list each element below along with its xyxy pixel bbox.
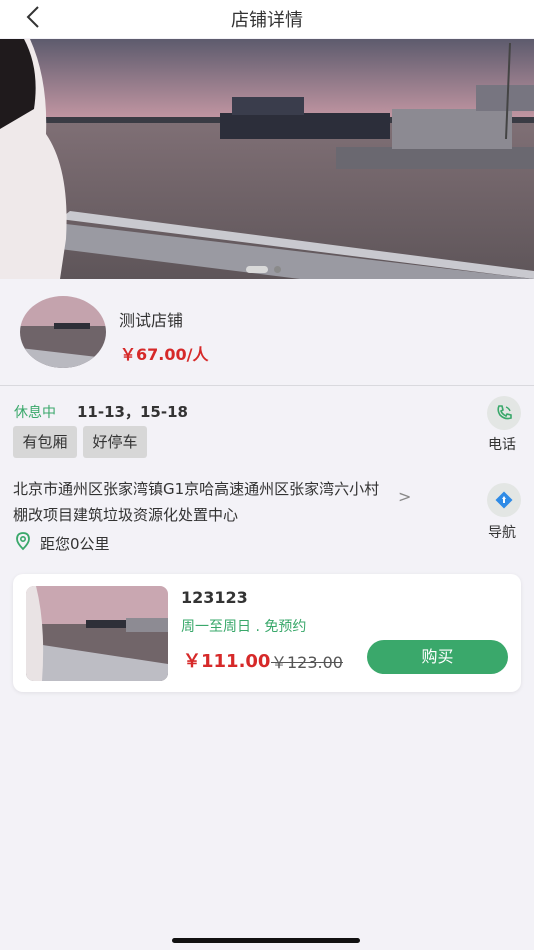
product-price: ￥111.00 <box>183 651 271 672</box>
carousel-indicator <box>246 266 281 273</box>
distance-text: 距您0公里 <box>40 535 110 553</box>
section-divider <box>0 385 534 386</box>
business-hours: 11-13，15-18 <box>77 403 188 421</box>
product-image[interactable] <box>26 586 168 681</box>
home-indicator <box>172 938 360 943</box>
banner-photo <box>0 39 534 279</box>
store-address[interactable]: 北京市通州区张家湾镇G1京哈高速通州区张家湾六小村棚改项目建筑垃圾资源化处置中心 <box>13 476 385 528</box>
navigation-label[interactable]: 导航 <box>488 522 516 542</box>
store-image-carousel[interactable] <box>0 39 534 279</box>
product-card[interactable]: 123123 周一至周日 . 免预约 ￥111.00 ￥123.00 购买 <box>13 574 521 692</box>
navigation-icon <box>495 491 513 509</box>
buy-button[interactable]: 购买 <box>367 640 508 674</box>
location-pin-icon <box>16 532 30 551</box>
carousel-dot[interactable] <box>274 266 281 273</box>
phone-button[interactable] <box>487 396 521 430</box>
tag-parking: 好停车 <box>83 426 147 458</box>
page-title: 店铺详情 <box>231 10 303 31</box>
tag-private-room: 有包厢 <box>13 426 77 458</box>
product-original-price: ￥123.00 <box>271 653 343 672</box>
product-name: 123123 <box>181 588 248 607</box>
top-nav-bar: 店铺详情 <box>0 0 534 38</box>
carousel-dot-active[interactable] <box>246 266 268 273</box>
product-availability: 周一至周日 . 免预约 <box>181 619 307 635</box>
store-info-section: 测试店铺 ￥67.00/人 <box>0 279 534 386</box>
store-name: 测试店铺 <box>119 311 184 330</box>
phone-label[interactable]: 电话 <box>488 434 516 454</box>
address-arrow[interactable]: > <box>398 487 411 506</box>
store-avatar <box>20 296 106 368</box>
business-status: 休息中 <box>14 405 56 421</box>
store-price-per-person: ￥67.00/人 <box>120 345 209 364</box>
phone-icon <box>497 405 512 420</box>
navigation-button[interactable] <box>487 483 521 517</box>
